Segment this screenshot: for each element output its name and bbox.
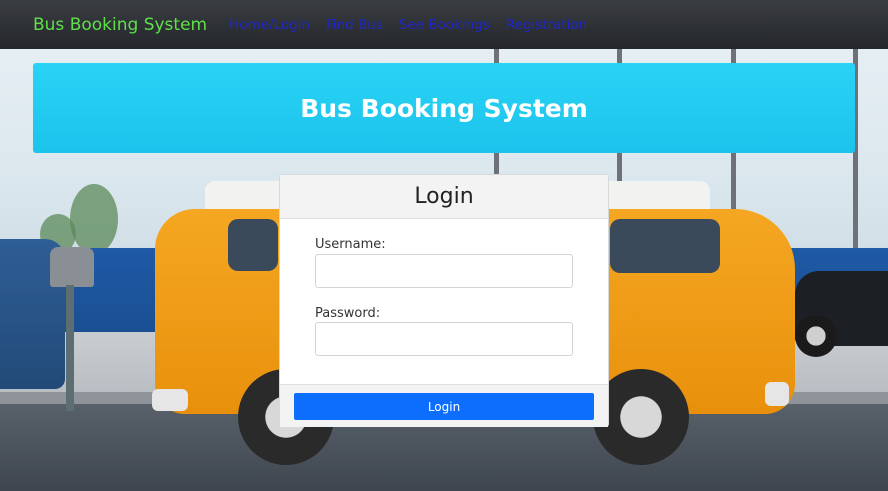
login-title: Login [414,184,474,209]
login-button[interactable]: Login [294,393,594,420]
header-banner: Bus Booking System [33,63,855,153]
nav-link-see-bookings[interactable]: See Bookings [399,17,490,33]
parking-meter [50,247,94,287]
van-window [228,219,278,271]
password-input[interactable] [315,322,573,356]
login-card: Login Username: Password: Login [279,174,609,427]
nav-link-find-bus[interactable]: Find Bus [326,17,383,33]
login-card-footer: Login [280,384,608,427]
navbar: Bus Booking System Home/Login Find Bus S… [0,0,888,49]
banner-title: Bus Booking System [300,93,588,123]
tree [70,184,118,254]
nav-link-registration[interactable]: Registration [506,17,587,33]
username-input[interactable] [315,254,573,288]
van-bumper-front [765,382,789,406]
login-card-header: Login [280,175,608,219]
username-label: Username: [315,237,386,252]
brand-link[interactable]: Bus Booking System [33,15,207,35]
parking-meter-post [66,285,74,411]
password-label: Password: [315,306,381,321]
van-bumper-rear [152,389,188,411]
black-car-wheel [795,315,837,357]
nav-link-home-login[interactable]: Home/Login [229,17,310,33]
van-windshield [610,219,720,273]
